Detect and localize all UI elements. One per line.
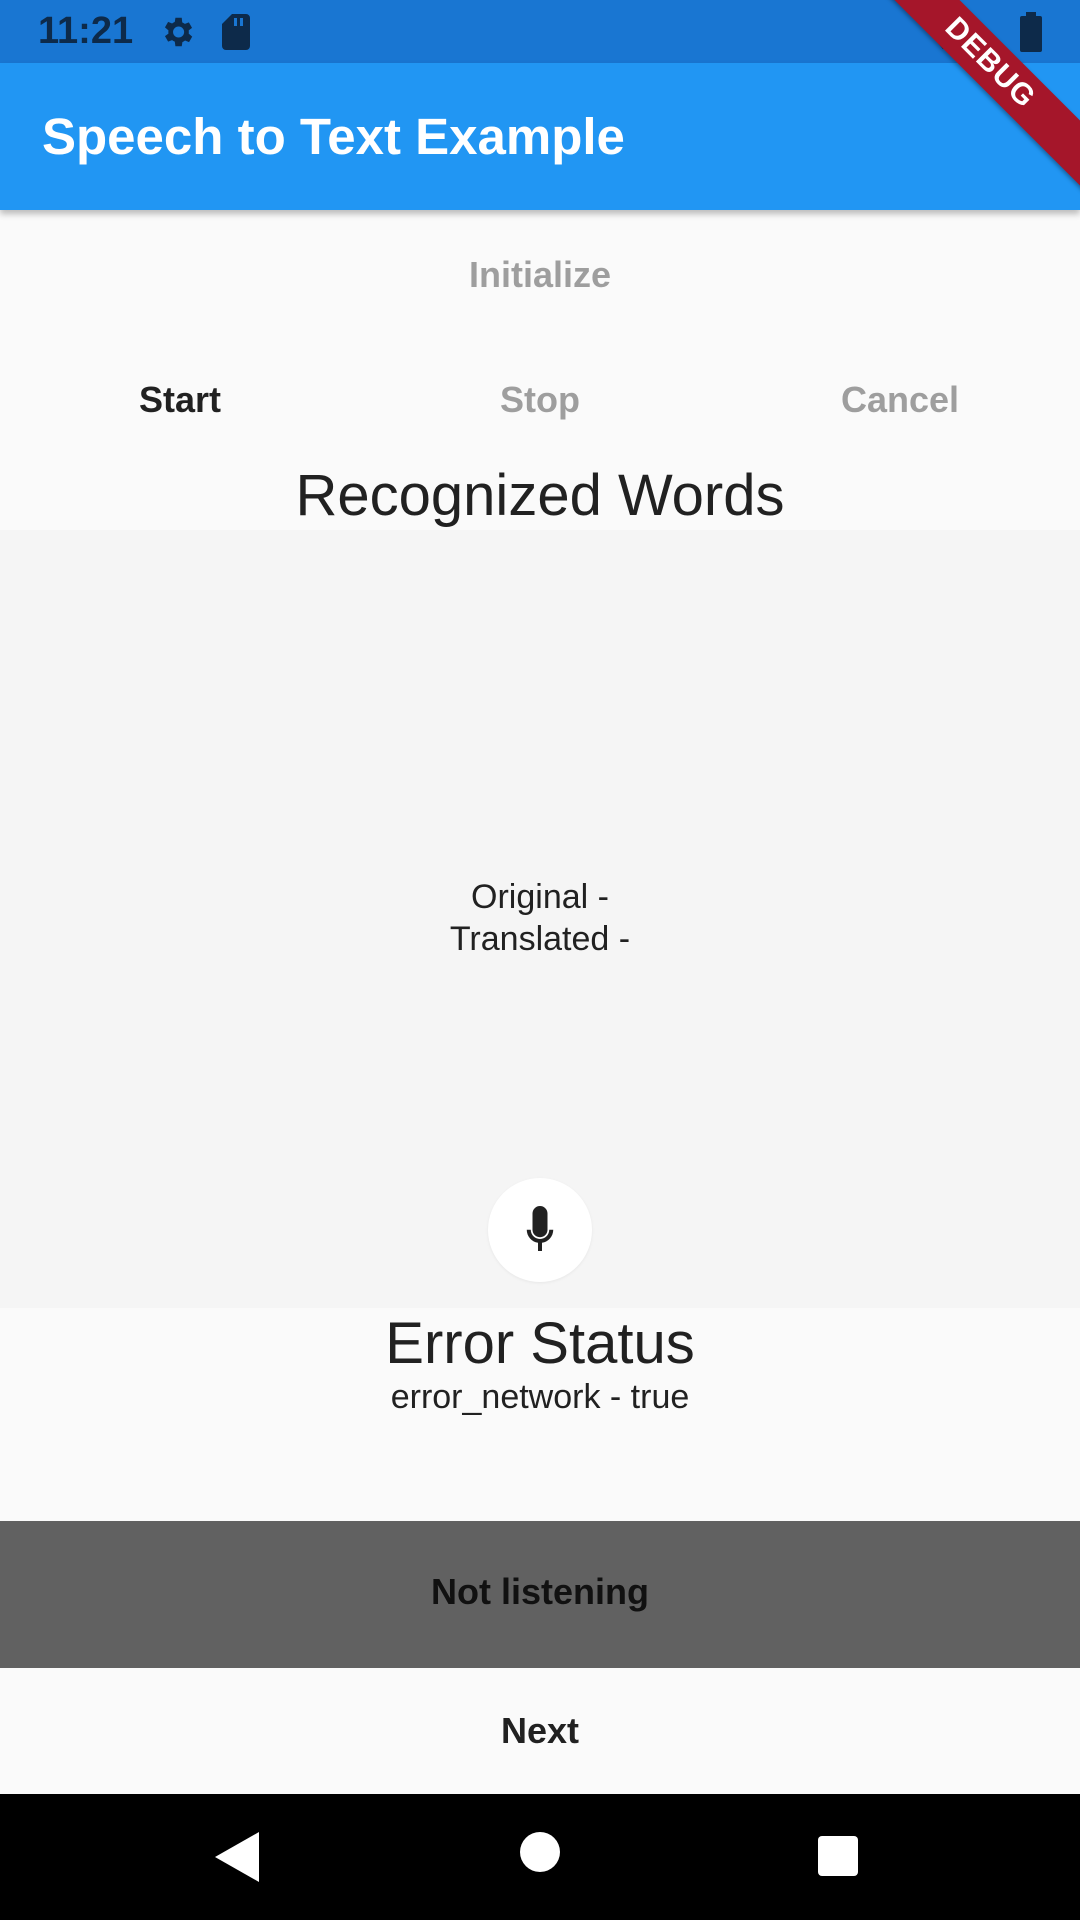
app-title: Speech to Text Example	[42, 108, 625, 165]
app-bar: Speech to Text Example	[0, 63, 1080, 210]
cancel-button[interactable]: Cancel	[800, 370, 1000, 430]
recents-icon[interactable]	[818, 1836, 858, 1876]
error-status-text: error_network - true	[390, 1378, 690, 1416]
sd-card-icon	[222, 14, 250, 50]
next-button[interactable]: Next	[0, 1668, 1080, 1794]
app-screen: 11:21 Speech to Text Example DEBUG Initi…	[0, 0, 1080, 1920]
status-time: 11:21	[38, 10, 134, 52]
back-icon[interactable]	[215, 1832, 259, 1882]
original-text: Original -	[471, 878, 609, 916]
listening-status-text: Not listening	[431, 1571, 649, 1612]
stop-button[interactable]: Stop	[440, 370, 640, 430]
recognized-words-heading: Recognized Words	[295, 463, 785, 528]
initialize-button[interactable]: Initialize	[390, 245, 690, 305]
gear-icon	[164, 17, 193, 47]
error-status-heading: Error Status	[385, 1311, 695, 1376]
listening-status-bar: Not listening	[0, 1521, 1080, 1668]
mic-icon	[526, 1206, 554, 1251]
system-nav-bar	[0, 1794, 1080, 1920]
start-button[interactable]: Start	[80, 370, 280, 430]
battery-icon	[1020, 12, 1042, 52]
home-icon[interactable]	[520, 1832, 560, 1872]
mic-button[interactable]	[488, 1178, 592, 1282]
translated-text: Translated -	[449, 920, 631, 958]
recognized-words-panel: Original - Translated -	[0, 530, 1080, 1308]
